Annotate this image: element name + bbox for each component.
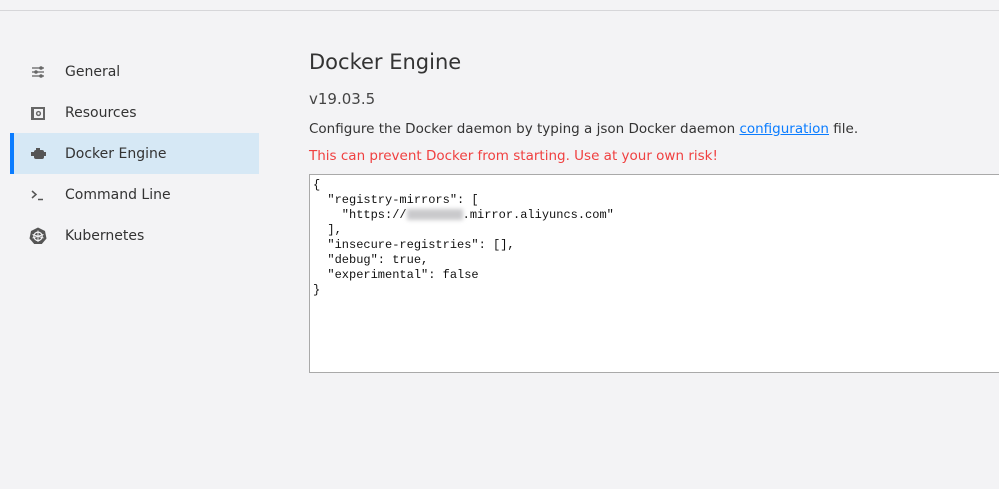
- engine-version: v19.03.5: [309, 90, 376, 108]
- sliders-icon: [29, 63, 47, 81]
- editor-text: "https://: [313, 208, 407, 222]
- editor-line: "insecure-registries": [],: [313, 238, 515, 252]
- sidebar-item-label: Docker Engine: [65, 145, 167, 162]
- sidebar-item-label: Command Line: [65, 186, 171, 203]
- sidebar-item-docker-engine[interactable]: Docker Engine: [10, 133, 259, 174]
- editor-text: .mirror.aliyuncs.com": [462, 208, 614, 222]
- top-divider: [0, 10, 999, 11]
- sidebar: General Resources Docker Engine Command …: [10, 51, 259, 256]
- editor-line: "registry-mirrors": [: [313, 193, 479, 207]
- daemon-json-editor[interactable]: { "registry-mirrors": [ "https:// .mirror…: [309, 174, 999, 373]
- editor-line: {: [313, 178, 321, 192]
- editor-line: ],: [313, 223, 342, 237]
- warning-text: This can prevent Docker from starting. U…: [309, 148, 718, 164]
- kubernetes-icon: [29, 227, 47, 245]
- resources-icon: [29, 104, 47, 122]
- terminal-icon: [29, 186, 47, 204]
- sidebar-item-general[interactable]: General: [10, 51, 259, 92]
- sidebar-item-label: General: [65, 63, 121, 80]
- sidebar-item-label: Resources: [65, 104, 137, 121]
- editor-line: "debug": true,: [313, 253, 429, 267]
- editor-line: }: [313, 283, 321, 297]
- redacted-blur: [406, 209, 463, 221]
- sidebar-item-kubernetes[interactable]: Kubernetes: [10, 215, 259, 256]
- sidebar-item-command-line[interactable]: Command Line: [10, 174, 259, 215]
- sidebar-item-resources[interactable]: Resources: [10, 92, 259, 133]
- description-suffix: file.: [829, 121, 859, 137]
- engine-icon: [29, 145, 47, 163]
- description: Configure the Docker daemon by typing a …: [309, 121, 858, 137]
- description-text: Configure the Docker daemon by typing a …: [309, 121, 740, 137]
- configuration-link[interactable]: configuration: [739, 121, 829, 137]
- editor-line: "experimental": false: [313, 268, 479, 282]
- page-title: Docker Engine: [309, 50, 462, 74]
- sidebar-item-label: Kubernetes: [65, 227, 145, 244]
- editor-line: "https:// .mirror.aliyuncs.com": [313, 208, 999, 223]
